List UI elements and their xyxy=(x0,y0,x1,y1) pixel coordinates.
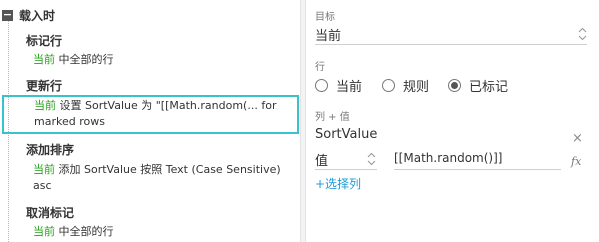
collapse-icon[interactable]: − xyxy=(2,9,13,21)
target-label: 目标 xyxy=(315,12,335,23)
radio-circle-checked[interactable] xyxy=(448,79,461,92)
action-keyword: 当前 xyxy=(33,53,55,66)
radio-circle[interactable] xyxy=(315,79,328,92)
action-keyword: 当前 xyxy=(33,225,55,238)
interaction-tree-panel: − 载入时 标记行 当前 中全部的行 更新行 当前 设置 SortValue 为… xyxy=(0,0,300,242)
case-title-add-sort[interactable]: 添加排序 xyxy=(26,141,74,158)
case-title-mark-rows[interactable]: 标记行 xyxy=(26,32,62,49)
columns-values-label: 列 + 值 xyxy=(315,112,350,123)
value-mode-select[interactable]: 值 xyxy=(315,148,377,170)
action-keyword: 当前 xyxy=(34,99,56,112)
action-text: 中全部的行 xyxy=(55,225,114,238)
action-update-rows: 当前 设置 SortValue 为 "[[Math.random(... for… xyxy=(34,98,284,130)
column-name: SortValue xyxy=(315,127,378,142)
rows-label: 行 xyxy=(315,62,325,73)
value-mode: 值 xyxy=(315,154,329,169)
radio-marked[interactable]: 已标记 xyxy=(448,76,508,95)
case-title-update-rows[interactable]: 更新行 xyxy=(26,77,62,94)
event-title: 载入时 xyxy=(19,8,56,23)
add-column-link[interactable]: +选择列 xyxy=(315,175,361,192)
radio-label: 规则 xyxy=(403,80,430,95)
radio-label: 已标记 xyxy=(469,80,509,95)
close-icon[interactable]: × xyxy=(572,132,583,145)
fx-icon[interactable]: fx xyxy=(571,155,581,168)
case-title-unmark[interactable]: 取消标记 xyxy=(26,204,74,221)
action-text: 设置 SortValue 为 "[[Math.random(... for ma… xyxy=(34,99,277,128)
target-value: 当前 xyxy=(315,29,342,44)
updown-chevron-icon xyxy=(578,27,587,41)
action-text: 添加 SortValue 按照 Text (Case Sensitive) as… xyxy=(33,163,281,192)
action-update-rows-selected[interactable]: 当前 设置 SortValue 为 "[[Math.random(... for… xyxy=(2,95,299,134)
radio-current[interactable]: 当前 xyxy=(315,76,362,95)
updown-chevron-icon xyxy=(367,152,376,166)
action-mark-rows[interactable]: 当前 中全部的行 xyxy=(33,52,114,68)
value-input[interactable]: [[Math.random()]] xyxy=(394,148,561,170)
target-select[interactable]: 当前 xyxy=(315,23,587,45)
radio-label: 当前 xyxy=(336,80,363,95)
radio-rule[interactable]: 规则 xyxy=(382,76,429,95)
action-keyword: 当前 xyxy=(33,163,55,176)
action-text: 中全部的行 xyxy=(55,53,114,66)
radio-circle[interactable] xyxy=(382,79,395,92)
event-header[interactable]: − 载入时 xyxy=(2,7,55,23)
action-unmark[interactable]: 当前 中全部的行 xyxy=(33,224,114,240)
action-add-sort[interactable]: 当前 添加 SortValue 按照 Text (Case Sensitive)… xyxy=(33,162,291,194)
action-properties-panel: 目标 当前 行 当前 规则 已标记 列 + 值 SortValue × 值 [[… xyxy=(306,0,599,242)
